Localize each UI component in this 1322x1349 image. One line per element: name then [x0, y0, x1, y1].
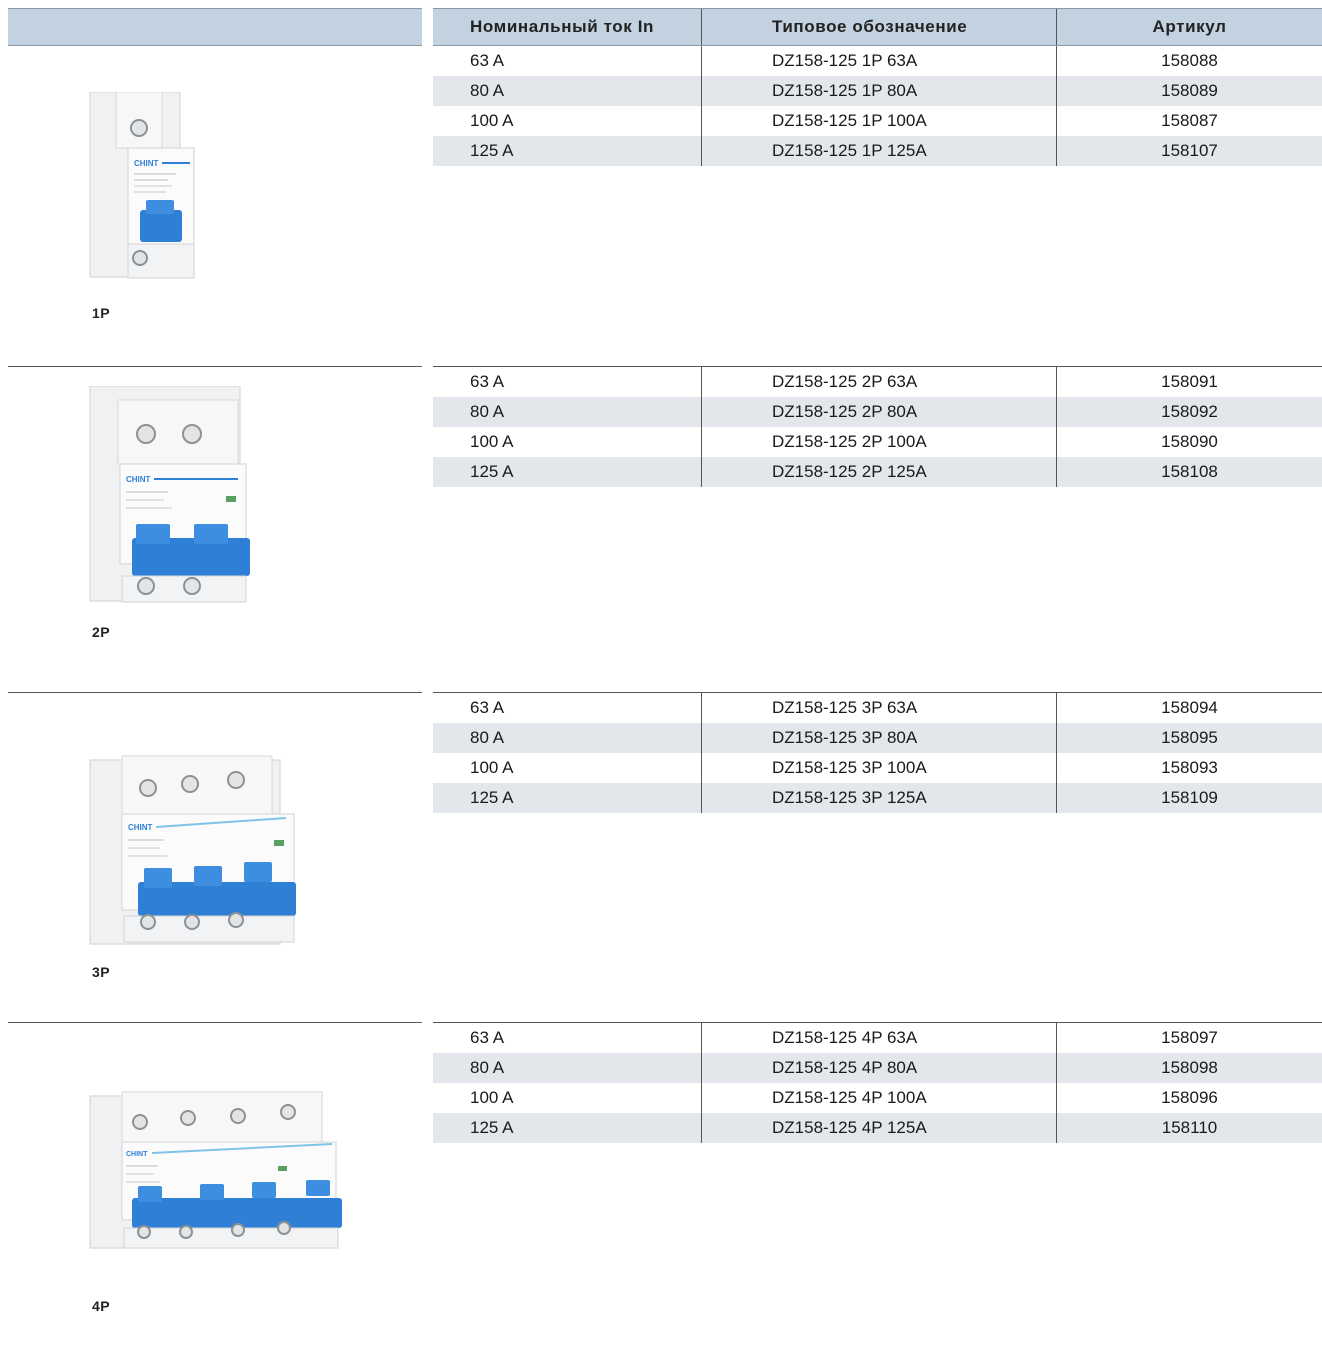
table-row: 63 A DZ158-125 3P 63A 158094 — [433, 693, 1322, 723]
cell-designation: DZ158-125 3P 80A — [701, 723, 1056, 753]
cell-current: 80 A — [470, 81, 505, 100]
cell-designation: DZ158-125 3P 100A — [701, 753, 1056, 783]
header-rated-current: Номинальный ток In — [470, 17, 655, 36]
cell-current: 80 A — [470, 728, 505, 747]
cell-article: 158091 — [1056, 367, 1322, 397]
cell-article: 158097 — [1056, 1023, 1322, 1053]
cell-current: 100 A — [470, 111, 514, 130]
rows-3p: 63 A DZ158-125 3P 63A 158094 80 A DZ158-… — [433, 692, 1322, 813]
cell-article: 158088 — [1056, 46, 1322, 76]
cell-article: 158087 — [1056, 106, 1322, 136]
brand-logo: CHINT — [126, 1151, 148, 1158]
table-row: 63 A DZ158-125 1P 63A 158088 — [433, 46, 1322, 76]
rows-4p: 63 A DZ158-125 4P 63A 158097 80 A DZ158-… — [433, 1022, 1322, 1143]
cell-designation: DZ158-125 4P 100A — [701, 1083, 1056, 1113]
cell-designation: DZ158-125 4P 63A — [701, 1023, 1056, 1053]
table-row: 80 A DZ158-125 2P 80A 158092 — [433, 397, 1322, 427]
cell-article: 158094 — [1056, 693, 1322, 723]
cell-current: 63 A — [470, 698, 505, 717]
brand-logo: CHINT — [126, 475, 151, 484]
cell-current: 100 A — [470, 758, 514, 777]
brand-logo: CHINT — [128, 823, 153, 832]
section-divider — [8, 692, 422, 693]
breaker-4p-image: CHINT — [89, 1091, 342, 1249]
cell-designation: DZ158-125 4P 80A — [701, 1053, 1056, 1083]
cell-article: 158096 — [1056, 1083, 1322, 1113]
cell-article: 158089 — [1056, 76, 1322, 106]
table-header: Номинальный ток In Типовое обозначение А… — [433, 8, 1322, 46]
cell-current: 125 A — [470, 1118, 514, 1137]
table-row: 100 A DZ158-125 4P 100A 158096 — [433, 1083, 1322, 1113]
cell-designation: DZ158-125 2P 80A — [701, 397, 1056, 427]
pole-label-3p: 3P — [92, 964, 111, 980]
cell-current: 63 A — [470, 51, 505, 70]
cell-current: 100 A — [470, 1088, 514, 1107]
cell-article: 158093 — [1056, 753, 1322, 783]
breaker-3p-image: CHINT — [89, 755, 296, 945]
cell-current: 63 A — [470, 1028, 505, 1047]
table-row: 125 A DZ158-125 2P 125A 158108 — [433, 457, 1322, 487]
cell-current: 125 A — [470, 462, 514, 481]
brand-logo: CHINT — [134, 159, 159, 168]
left-header-bar — [8, 8, 422, 46]
cell-article: 158090 — [1056, 427, 1322, 457]
cell-current: 125 A — [470, 141, 514, 160]
rows-2p: 63 A DZ158-125 2P 63A 158091 80 A DZ158-… — [433, 366, 1322, 487]
breaker-2p-image: CHINT — [89, 386, 250, 603]
cell-designation: DZ158-125 1P 63A — [701, 46, 1056, 76]
cell-article: 158110 — [1056, 1113, 1322, 1143]
table-row: 100 A DZ158-125 2P 100A 158090 — [433, 427, 1322, 457]
pole-label-2p: 2P — [92, 624, 111, 640]
cell-article: 158109 — [1056, 783, 1322, 813]
cell-article: 158108 — [1056, 457, 1322, 487]
cell-article: 158098 — [1056, 1053, 1322, 1083]
cell-current: 80 A — [470, 402, 505, 421]
pole-label-4p: 4P — [92, 1298, 111, 1314]
cell-current: 80 A — [470, 1058, 505, 1077]
cell-current: 125 A — [470, 788, 514, 807]
cell-designation: DZ158-125 3P 63A — [701, 693, 1056, 723]
header-article: Артикул — [1056, 9, 1322, 45]
table-row: 63 A DZ158-125 2P 63A 158091 — [433, 367, 1322, 397]
table-row: 63 A DZ158-125 4P 63A 158097 — [433, 1023, 1322, 1053]
cell-designation: DZ158-125 1P 100A — [701, 106, 1056, 136]
section-divider — [8, 1022, 422, 1023]
header-type-designation: Типовое обозначение — [701, 9, 1056, 45]
cell-designation: DZ158-125 2P 100A — [701, 427, 1056, 457]
rows-1p: 63 A DZ158-125 1P 63A 158088 80 A DZ158-… — [433, 46, 1322, 166]
table-row: 125 A DZ158-125 4P 125A 158110 — [433, 1113, 1322, 1143]
cell-designation: DZ158-125 2P 125A — [701, 457, 1056, 487]
table-row: 80 A DZ158-125 3P 80A 158095 — [433, 723, 1322, 753]
cell-article: 158092 — [1056, 397, 1322, 427]
cell-designation: DZ158-125 1P 125A — [701, 136, 1056, 166]
table-row: 125 A DZ158-125 1P 125A 158107 — [433, 136, 1322, 166]
cell-designation: DZ158-125 3P 125A — [701, 783, 1056, 813]
table-row: 80 A DZ158-125 4P 80A 158098 — [433, 1053, 1322, 1083]
cell-article: 158095 — [1056, 723, 1322, 753]
section-divider — [8, 366, 422, 367]
breaker-1p-image: CHINT — [89, 92, 195, 279]
table-row: 100 A DZ158-125 3P 100A 158093 — [433, 753, 1322, 783]
pole-label-1p: 1P — [92, 305, 111, 321]
cell-current: 100 A — [470, 432, 514, 451]
table-row: 80 A DZ158-125 1P 80A 158089 — [433, 76, 1322, 106]
table-row: 100 A DZ158-125 1P 100A 158087 — [433, 106, 1322, 136]
table-row: 125 A DZ158-125 3P 125A 158109 — [433, 783, 1322, 813]
cell-designation: DZ158-125 4P 125A — [701, 1113, 1056, 1143]
cell-article: 158107 — [1056, 136, 1322, 166]
cell-designation: DZ158-125 2P 63A — [701, 367, 1056, 397]
cell-current: 63 A — [470, 372, 505, 391]
cell-designation: DZ158-125 1P 80A — [701, 76, 1056, 106]
